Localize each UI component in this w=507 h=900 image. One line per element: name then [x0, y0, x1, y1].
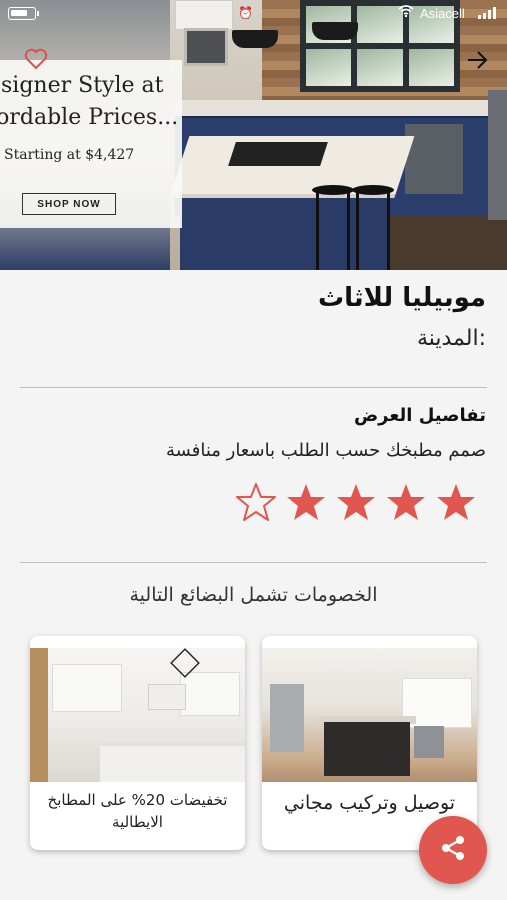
wifi-icon [398, 5, 414, 20]
promo-title-line: fordable Prices... [0, 105, 179, 130]
star-filled-icon[interactable] [286, 482, 326, 522]
divider [20, 562, 487, 563]
discounts-title: الخصومات تشمل البضائع التالية [129, 584, 378, 606]
star-filled-icon[interactable] [386, 482, 426, 522]
discount-card[interactable]: تخفيضات 20% على المطابخ الايطالية [30, 636, 245, 850]
shop-now-button[interactable]: SHOP NOW [22, 193, 116, 215]
star-empty-icon[interactable] [236, 482, 276, 522]
signal-icon [478, 7, 500, 19]
divider [20, 387, 487, 388]
share-button[interactable] [419, 816, 487, 884]
carrier-name: Asiacell [420, 6, 465, 21]
alarm-icon: ⏰ [238, 6, 253, 20]
microwave [184, 28, 228, 66]
pendant-lamp [232, 30, 278, 48]
arrow-right-icon[interactable] [464, 47, 490, 73]
status-bar: ⏰ Asiacell [0, 0, 507, 28]
kitchen-photo [30, 648, 245, 782]
promo-title-line: esigner Style at [0, 73, 164, 98]
battery-icon [8, 7, 39, 20]
star-filled-icon[interactable] [336, 482, 376, 522]
back-counter [175, 100, 507, 116]
bar-stool [312, 185, 354, 270]
star-filled-icon[interactable] [436, 482, 476, 522]
fridge [488, 90, 507, 220]
app-screen: esigner Style at fordable Prices... Star… [0, 0, 507, 900]
share-icon [439, 834, 467, 866]
heart-icon[interactable] [24, 48, 48, 70]
kitchen-photo [262, 648, 477, 782]
star-rating[interactable] [236, 482, 476, 524]
promo-price: Starting at $4,427 [4, 147, 135, 163]
offer-details-title: تفاصيل العرض [353, 405, 486, 426]
floor [380, 215, 507, 270]
bar-stool [352, 185, 394, 270]
hero-banner[interactable]: esigner Style at fordable Prices... Star… [0, 0, 507, 270]
promo-title: esigner Style at fordable Prices... [0, 70, 188, 134]
card-caption: تخفيضات 20% على المطابخ الايطالية [47, 791, 228, 831]
offer-details-text: صمم مطبخك حسب الطلب باسعار منافسة [166, 440, 486, 461]
city-label: :المدينة [416, 326, 486, 351]
store-name: موبيليا للاثاث [318, 283, 486, 313]
cooktop [228, 142, 328, 166]
card-caption: توصيل وتركيب مجاني [283, 792, 456, 814]
